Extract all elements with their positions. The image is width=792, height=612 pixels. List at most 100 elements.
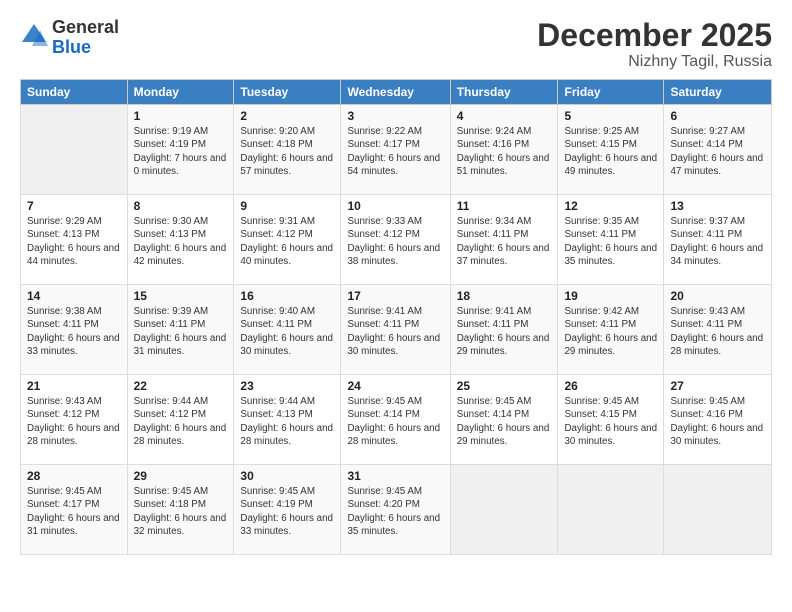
- cell-info: Sunrise: 9:43 AM Sunset: 4:11 PM Dayligh…: [670, 305, 765, 358]
- cell-info: Sunrise: 9:45 AM Sunset: 4:16 PM Dayligh…: [670, 395, 765, 448]
- cell-info: Sunrise: 9:24 AM Sunset: 4:16 PM Dayligh…: [457, 125, 552, 178]
- calendar-cell: 29 Sunrise: 9:45 AM Sunset: 4:18 PM Dayli…: [127, 465, 234, 555]
- cell-info: Sunrise: 9:38 AM Sunset: 4:11 PM Dayligh…: [27, 305, 121, 358]
- calendar-header-friday: Friday: [558, 80, 664, 105]
- day-number: 4: [457, 109, 552, 123]
- day-number: 13: [670, 199, 765, 213]
- day-number: 25: [457, 379, 552, 393]
- cell-info: Sunrise: 9:41 AM Sunset: 4:11 PM Dayligh…: [457, 305, 552, 358]
- cell-info: Sunrise: 9:43 AM Sunset: 4:12 PM Dayligh…: [27, 395, 121, 448]
- cell-info: Sunrise: 9:45 AM Sunset: 4:15 PM Dayligh…: [564, 395, 657, 448]
- calendar-header-saturday: Saturday: [664, 80, 772, 105]
- calendar-cell: [664, 465, 772, 555]
- cell-info: Sunrise: 9:33 AM Sunset: 4:12 PM Dayligh…: [347, 215, 443, 268]
- day-number: 16: [240, 289, 334, 303]
- calendar-cell: 17 Sunrise: 9:41 AM Sunset: 4:11 PM Dayli…: [341, 285, 450, 375]
- calendar-cell: [558, 465, 664, 555]
- day-number: 12: [564, 199, 657, 213]
- cell-info: Sunrise: 9:31 AM Sunset: 4:12 PM Dayligh…: [240, 215, 334, 268]
- cell-info: Sunrise: 9:35 AM Sunset: 4:11 PM Dayligh…: [564, 215, 657, 268]
- calendar-header-tuesday: Tuesday: [234, 80, 341, 105]
- day-number: 17: [347, 289, 443, 303]
- day-number: 9: [240, 199, 334, 213]
- cell-info: Sunrise: 9:44 AM Sunset: 4:12 PM Dayligh…: [134, 395, 228, 448]
- day-number: 10: [347, 199, 443, 213]
- calendar-cell: 22Sunrise: 9:44 AM Sunset: 4:12 PM Dayli…: [127, 375, 234, 465]
- day-number: 19: [564, 289, 657, 303]
- calendar-header-sunday: Sunday: [21, 80, 128, 105]
- day-number: 23: [240, 379, 334, 393]
- cell-info: Sunrise: 9:45 AM Sunset: 4:20 PM Dayligh…: [347, 485, 443, 538]
- calendar-week-row: 28 Sunrise: 9:45 AM Sunset: 4:17 PM Dayli…: [21, 465, 772, 555]
- title-block: December 2025 Nizhny Tagil, Russia: [537, 18, 772, 71]
- calendar-header-monday: Monday: [127, 80, 234, 105]
- calendar-cell: 30 Sunrise: 9:45 AM Sunset: 4:19 PM Dayli…: [234, 465, 341, 555]
- calendar-cell: 10 Sunrise: 9:33 AM Sunset: 4:12 PM Dayli…: [341, 195, 450, 285]
- cell-info: Sunrise: 9:45 AM Sunset: 4:14 PM Dayligh…: [347, 395, 443, 448]
- calendar-week-row: 1Sunrise: 9:19 AM Sunset: 4:19 PM Daylig…: [21, 105, 772, 195]
- calendar-cell: 16Sunrise: 9:40 AM Sunset: 4:11 PM Dayli…: [234, 285, 341, 375]
- calendar-cell: 8 Sunrise: 9:30 AM Sunset: 4:13 PM Daylig…: [127, 195, 234, 285]
- cell-info: Sunrise: 9:27 AM Sunset: 4:14 PM Dayligh…: [670, 125, 765, 178]
- calendar-cell: 21 Sunrise: 9:43 AM Sunset: 4:12 PM Dayli…: [21, 375, 128, 465]
- calendar-week-row: 14 Sunrise: 9:38 AM Sunset: 4:11 PM Dayli…: [21, 285, 772, 375]
- cell-info: Sunrise: 9:22 AM Sunset: 4:17 PM Dayligh…: [347, 125, 443, 178]
- calendar-cell: 1Sunrise: 9:19 AM Sunset: 4:19 PM Daylig…: [127, 105, 234, 195]
- logo: General Blue: [20, 18, 119, 58]
- calendar-cell: 9 Sunrise: 9:31 AM Sunset: 4:12 PM Daylig…: [234, 195, 341, 285]
- calendar-cell: 23 Sunrise: 9:44 AM Sunset: 4:13 PM Dayli…: [234, 375, 341, 465]
- day-number: 7: [27, 199, 121, 213]
- day-number: 27: [670, 379, 765, 393]
- cell-info: Sunrise: 9:45 AM Sunset: 4:17 PM Dayligh…: [27, 485, 121, 538]
- calendar-cell: 24 Sunrise: 9:45 AM Sunset: 4:14 PM Dayli…: [341, 375, 450, 465]
- calendar-cell: 31Sunrise: 9:45 AM Sunset: 4:20 PM Dayli…: [341, 465, 450, 555]
- month-title: December 2025: [537, 18, 772, 53]
- day-number: 28: [27, 469, 121, 483]
- day-number: 24: [347, 379, 443, 393]
- day-number: 18: [457, 289, 552, 303]
- cell-info: Sunrise: 9:19 AM Sunset: 4:19 PM Dayligh…: [134, 125, 228, 178]
- cell-info: Sunrise: 9:41 AM Sunset: 4:11 PM Dayligh…: [347, 305, 443, 358]
- calendar-cell: [21, 105, 128, 195]
- cell-info: Sunrise: 9:25 AM Sunset: 4:15 PM Dayligh…: [564, 125, 657, 178]
- cell-info: Sunrise: 9:44 AM Sunset: 4:13 PM Dayligh…: [240, 395, 334, 448]
- calendar-cell: 5 Sunrise: 9:25 AM Sunset: 4:15 PM Daylig…: [558, 105, 664, 195]
- calendar-cell: 12 Sunrise: 9:35 AM Sunset: 4:11 PM Dayli…: [558, 195, 664, 285]
- calendar-cell: 13 Sunrise: 9:37 AM Sunset: 4:11 PM Dayli…: [664, 195, 772, 285]
- cell-info: Sunrise: 9:45 AM Sunset: 4:19 PM Dayligh…: [240, 485, 334, 538]
- calendar-table: SundayMondayTuesdayWednesdayThursdayFrid…: [20, 79, 772, 555]
- day-number: 11: [457, 199, 552, 213]
- day-number: 14: [27, 289, 121, 303]
- calendar-cell: 20 Sunrise: 9:43 AM Sunset: 4:11 PM Dayli…: [664, 285, 772, 375]
- calendar-cell: 27 Sunrise: 9:45 AM Sunset: 4:16 PM Dayli…: [664, 375, 772, 465]
- calendar-cell: 4 Sunrise: 9:24 AM Sunset: 4:16 PM Daylig…: [450, 105, 558, 195]
- day-number: 8: [134, 199, 228, 213]
- calendar-cell: 7 Sunrise: 9:29 AM Sunset: 4:13 PM Daylig…: [21, 195, 128, 285]
- cell-info: Sunrise: 9:37 AM Sunset: 4:11 PM Dayligh…: [670, 215, 765, 268]
- day-number: 26: [564, 379, 657, 393]
- calendar-cell: 6Sunrise: 9:27 AM Sunset: 4:14 PM Daylig…: [664, 105, 772, 195]
- day-number: 5: [564, 109, 657, 123]
- calendar-body: 1Sunrise: 9:19 AM Sunset: 4:19 PM Daylig…: [21, 105, 772, 555]
- day-number: 21: [27, 379, 121, 393]
- day-number: 2: [240, 109, 334, 123]
- logo-general-text: General: [52, 18, 119, 38]
- day-number: 29: [134, 469, 228, 483]
- calendar-header-thursday: Thursday: [450, 80, 558, 105]
- calendar-cell: 14 Sunrise: 9:38 AM Sunset: 4:11 PM Dayli…: [21, 285, 128, 375]
- day-number: 20: [670, 289, 765, 303]
- day-number: 15: [134, 289, 228, 303]
- calendar-cell: 3 Sunrise: 9:22 AM Sunset: 4:17 PM Daylig…: [341, 105, 450, 195]
- cell-info: Sunrise: 9:29 AM Sunset: 4:13 PM Dayligh…: [27, 215, 121, 268]
- header: General Blue December 2025 Nizhny Tagil,…: [20, 18, 772, 71]
- day-number: 30: [240, 469, 334, 483]
- calendar-cell: 2 Sunrise: 9:20 AM Sunset: 4:18 PM Daylig…: [234, 105, 341, 195]
- location-title: Nizhny Tagil, Russia: [537, 53, 772, 71]
- cell-info: Sunrise: 9:45 AM Sunset: 4:14 PM Dayligh…: [457, 395, 552, 448]
- calendar-cell: 26 Sunrise: 9:45 AM Sunset: 4:15 PM Dayli…: [558, 375, 664, 465]
- cell-info: Sunrise: 9:30 AM Sunset: 4:13 PM Dayligh…: [134, 215, 228, 268]
- logo-icon: [20, 22, 48, 50]
- day-number: 3: [347, 109, 443, 123]
- cell-info: Sunrise: 9:20 AM Sunset: 4:18 PM Dayligh…: [240, 125, 334, 178]
- cell-info: Sunrise: 9:45 AM Sunset: 4:18 PM Dayligh…: [134, 485, 228, 538]
